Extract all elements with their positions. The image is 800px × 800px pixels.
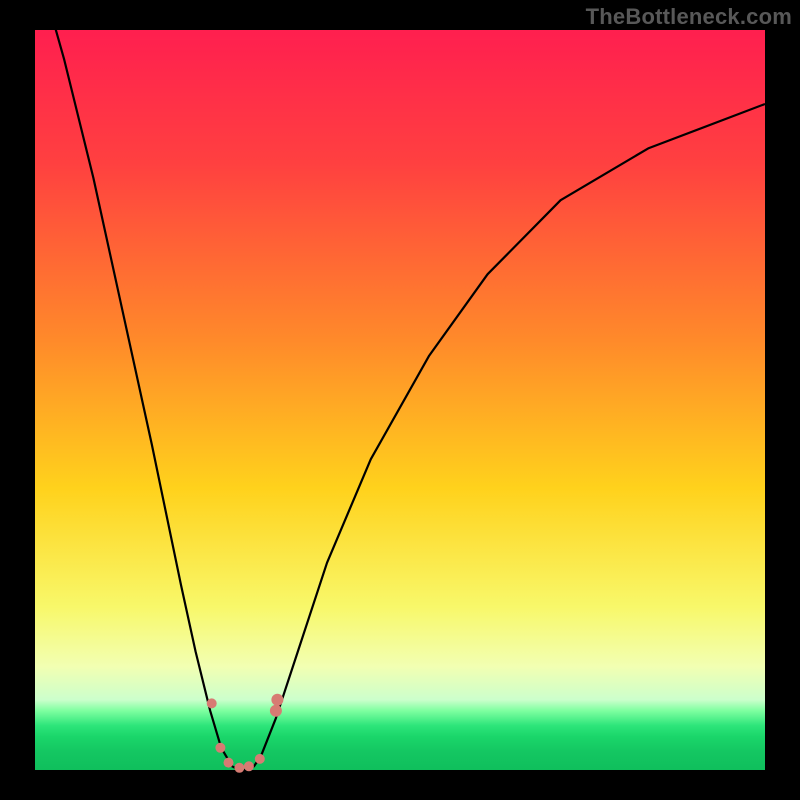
plot-background	[35, 30, 765, 770]
marker-dot	[224, 758, 234, 768]
marker-dot	[234, 763, 244, 773]
marker-dot	[255, 754, 265, 764]
bottleneck-chart	[0, 0, 800, 800]
marker-dot	[270, 705, 282, 717]
chart-frame: TheBottleneck.com	[0, 0, 800, 800]
marker-dot	[244, 761, 254, 771]
marker-dot	[215, 743, 225, 753]
marker-dot	[271, 694, 283, 706]
marker-dot	[207, 698, 217, 708]
